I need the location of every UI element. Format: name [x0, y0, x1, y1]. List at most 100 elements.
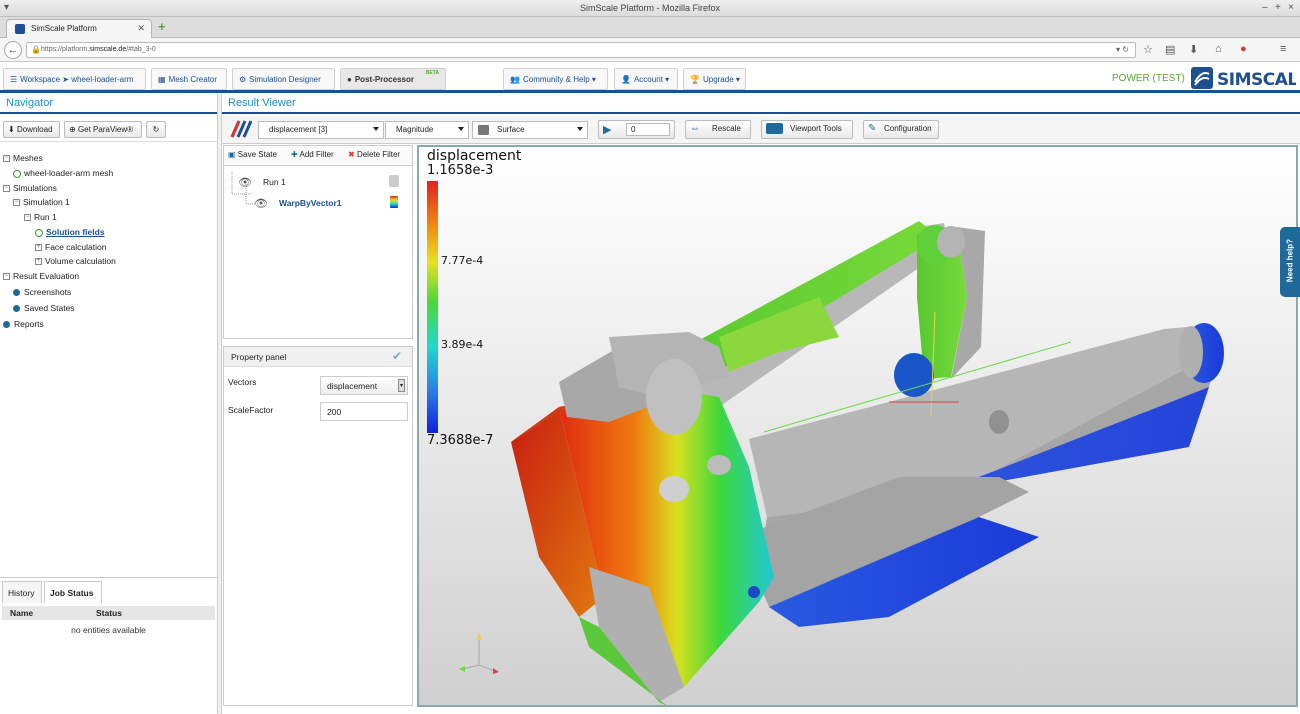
bullet-icon	[13, 289, 20, 297]
rescale-button[interactable]: ⇔ Rescale	[685, 120, 751, 139]
tab-history-label: History	[8, 588, 35, 598]
x-icon: ✖	[348, 150, 355, 159]
refresh-button[interactable]: ↻	[146, 121, 166, 138]
tree-volume-calculation[interactable]: + Volume calculation	[35, 256, 116, 266]
download-icon[interactable]: ⬇	[1189, 43, 1198, 56]
play-icon[interactable]: ▶	[603, 123, 611, 136]
close-tab-icon[interactable]: ✕	[137, 23, 145, 34]
component-select[interactable]: Magnitude	[385, 121, 469, 139]
tree-meshes-label: Meshes	[13, 153, 43, 163]
tab-post-processor-label: Post-Processor	[354, 75, 414, 84]
tree-mesh-item[interactable]: wheel-loader-arm mesh	[13, 168, 113, 178]
configuration-button[interactable]: ✎ Configuration	[863, 120, 939, 139]
menu-hamburger-icon[interactable]: ≡	[1280, 43, 1286, 55]
get-paraview-button[interactable]: ⊕ Get ParaView®	[64, 121, 142, 138]
tab-simulation-designer-label: Simulation Designer	[249, 75, 321, 84]
stepper-icon[interactable]: ▾	[398, 379, 405, 392]
save-state-button[interactable]: ▣ Save State	[228, 150, 277, 159]
eye-icon[interactable]: 👁	[238, 176, 252, 189]
job-panel: History Job Status Name Status no entiti…	[0, 577, 217, 714]
circle-icon: ●	[347, 75, 352, 84]
empty-message: no entities available	[71, 625, 146, 635]
pipeline-warp-filter[interactable]: WarpByVector1	[279, 198, 342, 208]
maximize-icon[interactable]: +	[1275, 2, 1281, 13]
tree-solution-fields[interactable]: Solution fields	[35, 227, 105, 237]
tree-screenshots[interactable]: Screenshots	[13, 287, 71, 297]
field-select[interactable]: displacement [3]	[258, 121, 384, 139]
browser-tab-title: SimScale Platform	[31, 24, 97, 33]
tree-result-evaluation-label: Result Evaluation	[13, 271, 80, 281]
3d-viewport[interactable]: displacement 1.1658e-3 7.77e-4 3.89e-4 7…	[417, 145, 1298, 707]
tab-post-processor[interactable]: ● Post-Processor BETA	[340, 68, 446, 90]
download-button[interactable]: ⬇ Download	[3, 121, 60, 138]
tree-screenshots-label: Screenshots	[24, 287, 72, 297]
expand-icon[interactable]: +	[35, 258, 42, 266]
tree-saved-states-label: Saved States	[24, 303, 75, 313]
paraview-logo-icon[interactable]	[230, 120, 252, 138]
community-menu[interactable]: 👥 Community & Help ▾	[503, 68, 608, 90]
back-arrow-icon[interactable]: ←	[4, 41, 22, 59]
tree-face-calculation[interactable]: + Face calculation	[35, 242, 106, 252]
viewport-tools-button[interactable]: Viewport Tools	[761, 120, 853, 139]
result-viewer-title: Result Viewer	[222, 94, 1300, 114]
pipeline-run-1[interactable]: Run 1	[263, 177, 286, 187]
account-menu[interactable]: 👤 Account ▾	[614, 68, 678, 90]
tab-simulation-designer[interactable]: ⚙ Simulation Designer	[232, 68, 335, 90]
eye-icon[interactable]: 👁	[254, 197, 268, 210]
lock-icon: 🔒	[31, 45, 41, 54]
tree-reports[interactable]: Reports	[3, 319, 44, 329]
tree-meshes[interactable]: − Meshes	[3, 153, 43, 163]
collapse-icon[interactable]: −	[3, 155, 10, 163]
tree-simulation-1[interactable]: − Simulation 1	[13, 197, 70, 207]
scale-factor-input[interactable]: 200	[320, 402, 408, 421]
navigator-title: Navigator	[0, 94, 217, 114]
collapse-icon[interactable]: −	[3, 273, 10, 281]
url-bar[interactable]: 🔒 https://platform.simscale.de/#tab_3-0 …	[26, 42, 1136, 58]
run-color-icon[interactable]	[389, 175, 399, 187]
tree-simulation-1-label: Simulation 1	[23, 197, 70, 207]
window-titlebar: ▾ SimScale Platform - Mozilla Firefox – …	[0, 0, 1300, 17]
tab-workspace[interactable]: ☰ Workspace ➤ wheel-loader-arm	[3, 68, 146, 90]
download-button-label: Download	[16, 125, 53, 134]
play-control[interactable]: ▶ 0	[598, 120, 675, 139]
vectors-label: Vectors	[228, 377, 257, 387]
add-filter-button[interactable]: ✚ Add Filter	[291, 150, 334, 159]
tab-job-status[interactable]: Job Status	[44, 581, 102, 603]
wheel-loader-arm-model[interactable]	[419, 147, 1296, 705]
collapse-icon[interactable]: −	[13, 199, 20, 207]
apply-check-icon[interactable]: ✔	[392, 349, 402, 363]
tree-saved-states[interactable]: Saved States	[13, 303, 75, 313]
colormap-icon[interactable]	[390, 196, 398, 208]
save-state-label: Save State	[237, 150, 277, 159]
tab-history[interactable]: History	[2, 581, 42, 603]
reading-list-icon[interactable]: ▤	[1165, 43, 1175, 56]
list-icon: ☰	[10, 75, 18, 84]
tab-mesh-creator[interactable]: ▦ Mesh Creator	[151, 68, 227, 90]
tree-simulations[interactable]: − Simulations	[3, 183, 57, 193]
frame-input[interactable]: 0	[626, 123, 670, 136]
delete-filter-button[interactable]: ✖ Delete Filter	[348, 150, 400, 159]
panel-splitter[interactable]	[217, 94, 222, 714]
orientation-axes-icon	[459, 633, 499, 674]
tree-result-evaluation[interactable]: − Result Evaluation	[3, 271, 79, 281]
minimize-icon[interactable]: –	[1262, 2, 1268, 13]
rescale-icon: ⇔	[690, 123, 700, 134]
close-window-icon[interactable]: ×	[1288, 2, 1294, 13]
collapse-icon[interactable]: −	[24, 214, 31, 222]
bookmark-star-icon[interactable]: ☆	[1143, 43, 1153, 56]
home-icon[interactable]: ⌂	[1215, 43, 1222, 55]
adblock-icon[interactable]: ●	[1240, 43, 1247, 55]
viewer-toolbar: displacement [3] Magnitude Surface ▶ 0 ⇔…	[222, 116, 1300, 144]
vectors-select[interactable]: displacement ▾	[320, 376, 408, 395]
new-tab-icon[interactable]: +	[158, 20, 170, 33]
browser-tab[interactable]: SimScale Platform ✕	[6, 19, 152, 38]
representation-select[interactable]: Surface	[472, 121, 588, 139]
tree-run-1[interactable]: − Run 1	[24, 212, 57, 222]
download-small-icon: ⬇	[8, 125, 15, 134]
collapse-icon[interactable]: −	[3, 185, 10, 193]
reload-icon[interactable]: ▾ ↻	[1116, 45, 1129, 54]
need-help-tab[interactable]: Need help?	[1280, 227, 1300, 297]
expand-icon[interactable]: +	[35, 244, 42, 252]
representation-select-value: Surface	[497, 125, 525, 134]
upgrade-menu[interactable]: 🏆 Upgrade ▾	[683, 68, 746, 90]
